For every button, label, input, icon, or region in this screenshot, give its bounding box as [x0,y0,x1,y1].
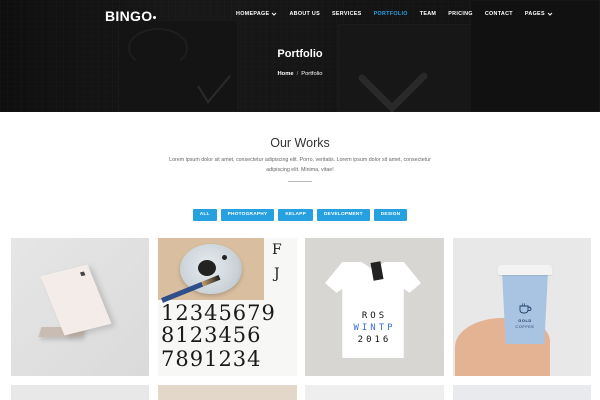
nav-item-pages[interactable]: PAGES [525,11,553,17]
nav-item-label: TEAM [419,11,437,17]
nav-item-label: PORTFOLIO [373,11,408,17]
portfolio-filters: ALL PHOTOGRAPHY KELAPP DEVELOPMENT DESIG… [0,209,600,221]
nav-item-contact[interactable]: CONTACT [485,11,513,17]
coffee-cup-lid [498,265,552,275]
nav-item-label: PAGES [524,11,545,17]
nav-item-label: SERVICES [332,11,362,17]
nav-item-about-us[interactable]: ABOUT US [289,11,320,17]
portfolio-item[interactable] [11,385,149,400]
filter-button-kelapp[interactable]: KELAPP [278,209,313,221]
nav-item-label: CONTACT [484,11,513,17]
nav-item-team[interactable]: TEAM [420,11,436,17]
paper-letter: F [272,242,282,258]
filter-button-all[interactable]: ALL [192,209,217,221]
paper-number-line: 8123456 [161,323,262,347]
cup-brand-text: COFFEE [515,324,535,329]
chevron-down-icon [547,12,553,16]
nav-item-services[interactable]: SERVICES [332,11,362,17]
nav-item-label: ABOUT US [289,11,321,17]
nav-item-pricing[interactable]: PRICING [448,11,473,17]
filter-button-design[interactable]: DESIGN [373,209,408,221]
nav-item-homepage[interactable]: HOMEPAGE [236,11,277,17]
paper-number-line: 7891234 [161,347,262,371]
ink-bottle [198,260,216,276]
tshirt-print-line: ROS [361,311,388,321]
chevron-down-icon [272,12,277,16]
ink-drop [222,255,227,260]
filter-button-photography[interactable]: PHOTOGRAPHY [220,209,275,221]
section-description: Lorem ipsum dolor sit amet, consectetur … [169,157,431,173]
breadcrumb: Home / Portfolio [0,71,600,77]
card-logo-mark [79,271,86,277]
page-title: Portfolio [277,48,323,60]
breadcrumb-current: Portfolio [301,71,323,77]
brand-logo[interactable]: BINGO [105,8,157,24]
filter-button-development[interactable]: DEVELOPMENT [317,209,370,221]
nav-item-portfolio[interactable]: PORTFOLIO [374,11,408,17]
portfolio-item[interactable] [305,385,444,400]
paper-number-line: 12345679 [161,301,276,325]
brand-logo-text: BINGO [105,8,153,24]
logo-dot-icon [153,16,157,19]
coffee-cup-icon [519,303,532,314]
cup-brand-text: GOLD [518,318,532,323]
breadcrumb-separator: / [296,71,299,77]
tshirt-print-line: WINTP [353,323,396,333]
portfolio-item[interactable] [158,385,297,400]
breadcrumb-home-link[interactable]: Home [277,71,293,77]
nav-item-label: HOMEPAGE [236,11,270,17]
section-divider [288,181,312,182]
main-nav: HOMEPAGE ABOUT US SERVICES PORTFOLIO TEA… [236,11,565,17]
tshirt-print-line: 2016 [357,335,392,345]
nav-item-label: PRICING [448,11,473,17]
paper-letter: J [274,266,280,282]
section-title: Our Works [270,136,330,150]
portfolio-item[interactable] [453,385,591,400]
